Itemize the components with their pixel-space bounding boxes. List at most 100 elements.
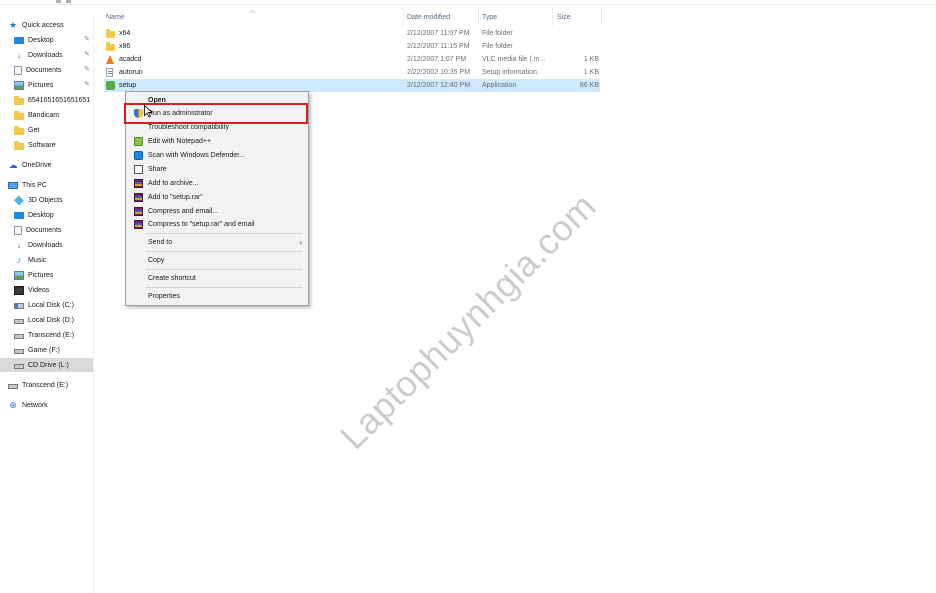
menu-label: Edit with Notepad++	[148, 138, 212, 145]
nav-item-this-pc[interactable]: This PC	[8, 178, 93, 192]
cd-drive-icon	[14, 364, 24, 369]
file-date: 2/12/2007 11:15 PM	[407, 43, 470, 50]
menu-item-create-shortcut[interactable]: Create shortcut	[128, 272, 306, 285]
file-row-x64[interactable]: x64 2/12/2007 11:07 PM File folder	[104, 27, 600, 40]
menu-item-compress-to-setup-rar-and-email[interactable]: Compress to "setup.rar" and email	[128, 218, 306, 231]
nav-label: This PC	[22, 181, 47, 189]
nav-item-desktop[interactable]: Desktop ✎	[14, 33, 93, 47]
menu-item-add-to-setup-rar[interactable]: Add to "setup.rar"	[128, 191, 306, 204]
column-divider[interactable]	[552, 8, 553, 26]
nav-quick-access[interactable]: ★ Quick access	[8, 18, 101, 32]
nav-item-cd-drive-l[interactable]: CD Drive (L:)	[0, 358, 93, 372]
nav-label: Network	[22, 401, 48, 409]
nav-label: 3D Objects	[28, 196, 63, 204]
download-icon: ↓	[16, 239, 22, 250]
share-icon	[134, 165, 143, 174]
file-name: acadcd	[119, 56, 142, 63]
title-bar-strip	[0, 0, 936, 5]
file-date: 2/22/2002 10:35 PM	[407, 69, 471, 76]
file-row-x86[interactable]: x86 2/12/2007 11:15 PM File folder	[104, 40, 600, 53]
nav-label: OneDrive	[22, 161, 52, 169]
column-divider[interactable]	[601, 8, 602, 26]
winrar-icon	[134, 179, 143, 188]
nav-item-pc-documents[interactable]: Documents	[14, 223, 93, 237]
cloud-icon: ☁	[8, 159, 18, 170]
menu-item-send-to[interactable]: Send to ›	[128, 236, 306, 249]
file-size	[554, 40, 599, 53]
menu-item-add-to-archive[interactable]: Add to archive...	[128, 177, 306, 190]
folder-icon	[106, 42, 115, 51]
menu-label: Share	[148, 166, 167, 173]
nav-item-pc-downloads[interactable]: ↓ Downloads	[14, 238, 93, 252]
network-icon: ⊕	[9, 399, 17, 410]
nav-item-software[interactable]: Software	[14, 138, 93, 152]
nav-item-local-disk-c[interactable]: Local Disk (C:)	[14, 298, 93, 312]
nav-item-onedrive[interactable]: ☁ OneDrive	[8, 158, 93, 172]
menu-label: Properties	[148, 293, 180, 300]
menu-separator	[146, 287, 302, 288]
menu-item-copy[interactable]: Copy	[128, 254, 306, 267]
menu-item-properties[interactable]: Properties	[128, 290, 306, 303]
column-header-type[interactable]: Type	[480, 10, 552, 24]
nav-label: Pictures	[28, 271, 54, 279]
file-type: Setup information	[482, 69, 537, 76]
nav-item-music[interactable]: ♪ Music	[14, 253, 93, 267]
winrar-icon	[134, 193, 143, 202]
nav-item-videos[interactable]: Videos	[14, 283, 93, 297]
menu-separator	[146, 251, 302, 252]
videos-icon	[14, 285, 24, 295]
column-divider[interactable]	[478, 8, 479, 26]
column-header-date-modified[interactable]: Date modified	[405, 10, 479, 24]
nav-label: Pictures	[28, 81, 54, 89]
file-date: 2/12/2007 1:07 PM	[407, 56, 467, 63]
menu-label: Create shortcut	[148, 275, 196, 282]
pictures-icon	[14, 270, 24, 280]
nav-label: Local Disk (C:)	[28, 301, 74, 309]
column-header-size[interactable]: Size	[555, 10, 601, 24]
nav-item-network[interactable]: ⊕ Network	[8, 398, 93, 412]
download-icon: ↓	[16, 49, 22, 60]
nav-item-local-disk-d[interactable]: Local Disk (D:)	[14, 313, 93, 327]
nav-label: Music	[28, 256, 47, 264]
folder-icon	[106, 29, 115, 38]
nav-label: Videos	[28, 286, 50, 294]
file-row-autorun[interactable]: autorun 2/22/2002 10:35 PM Setup informa…	[104, 66, 600, 79]
nav-item-downloads[interactable]: ↓ Downloads ✎	[14, 48, 93, 62]
chevron-right-icon: ›	[299, 238, 302, 247]
folder-icon	[14, 110, 24, 120]
nav-item-folder[interactable]: 6541651651651651	[14, 93, 93, 107]
setup-info-icon	[106, 68, 113, 77]
pictures-icon	[14, 80, 24, 90]
menu-label: Copy	[148, 257, 165, 264]
column-header-name[interactable]: Name	[104, 10, 404, 24]
nav-label: Documents	[26, 226, 62, 234]
menu-item-scan-with-windows-defender[interactable]: Scan with Windows Defender...	[128, 149, 306, 162]
nav-label: Bandicam	[28, 111, 60, 119]
menu-item-compress-and-email[interactable]: Compress and email...	[128, 205, 306, 218]
file-row-acadcd[interactable]: acadcd 2/12/2007 1:07 PM VLC media file …	[104, 53, 600, 66]
nav-label: CD Drive (L:)	[28, 361, 69, 369]
nav-item-game-f[interactable]: Game (F:)	[14, 343, 93, 357]
menu-item-share[interactable]: Share	[128, 163, 306, 176]
nav-item-pc-pictures[interactable]: Pictures	[14, 268, 93, 282]
folder-icon	[14, 140, 24, 150]
nav-label: Desktop	[28, 211, 54, 219]
nav-item-pc-desktop[interactable]: Desktop	[14, 208, 93, 222]
drive-icon	[14, 334, 24, 339]
nav-item-get[interactable]: Get	[14, 123, 93, 137]
menu-item-edit-with-notepad-plus-plus[interactable]: Edit with Notepad++	[128, 135, 306, 148]
column-divider[interactable]	[403, 8, 404, 26]
nav-item-transcend-e-root[interactable]: Transcend (E:)	[8, 378, 93, 392]
nav-item-documents[interactable]: Documents ✎	[14, 63, 93, 77]
menu-label: Add to "setup.rar"	[148, 194, 203, 201]
nav-item-bandicam[interactable]: Bandicam	[14, 108, 93, 122]
nav-label: Transcend (E:)	[28, 331, 75, 339]
documents-icon	[14, 225, 22, 235]
navigation-pane[interactable]: ★ Quick access Desktop ✎ ↓ Downloads ✎ D…	[0, 14, 94, 593]
nav-item-transcend-e[interactable]: Transcend (E:)	[14, 328, 93, 342]
nav-item-pictures[interactable]: Pictures ✎	[14, 78, 93, 92]
nav-item-3d-objects[interactable]: 3D Objects	[13, 193, 93, 207]
file-size: 86 KB	[579, 82, 599, 89]
winrar-icon	[134, 220, 143, 229]
pin-icon: ✎	[84, 81, 90, 88]
